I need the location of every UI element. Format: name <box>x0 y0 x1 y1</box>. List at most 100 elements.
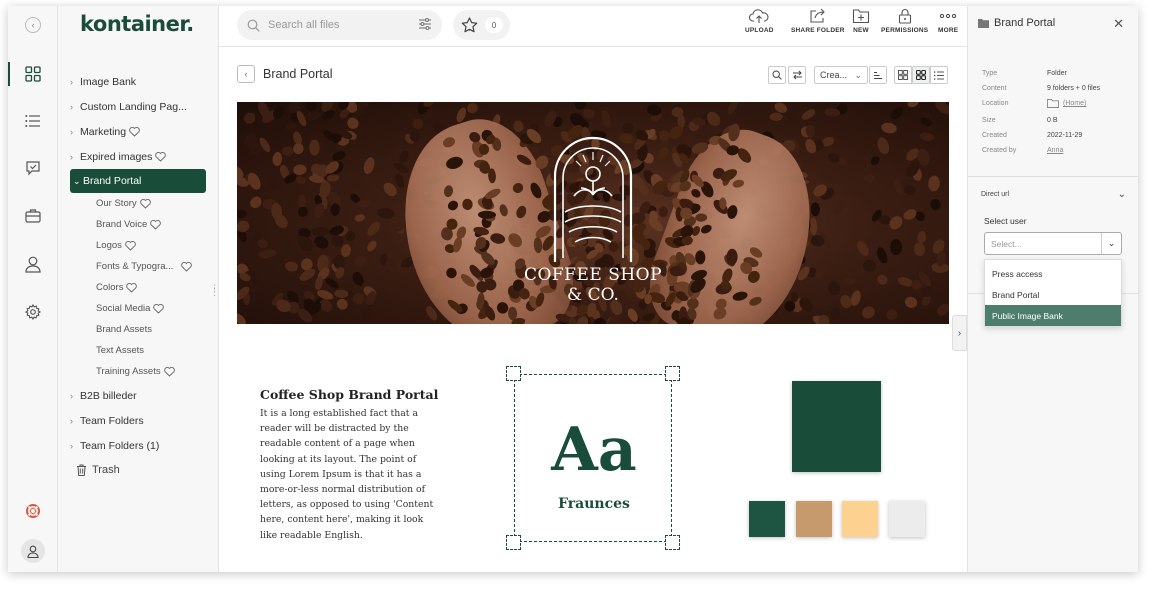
filter-sliders-icon[interactable] <box>418 17 432 31</box>
dashboard-nav-button[interactable] <box>18 59 48 89</box>
users-nav-button[interactable] <box>18 249 48 279</box>
heart-icon[interactable] <box>126 282 138 293</box>
sidebar-item[interactable]: › Team Folders (1) <box>70 440 159 452</box>
collapse-sidebar-button[interactable]: ‹ <box>18 10 48 40</box>
meta-label: Type <box>982 70 998 77</box>
subfolder-item[interactable]: Fonts & Typogra... <box>96 261 193 272</box>
chevron-right-icon[interactable]: › <box>70 77 80 87</box>
option-item[interactable]: Public Image Bank <box>985 305 1121 326</box>
heart-icon[interactable] <box>125 240 136 251</box>
chevron-right-icon[interactable]: › <box>70 391 80 401</box>
chevron-right-icon[interactable]: › <box>70 102 80 112</box>
approvals-nav-button[interactable] <box>18 153 48 183</box>
heart-icon[interactable] <box>150 219 161 230</box>
account-avatar[interactable] <box>18 536 48 566</box>
subfolder-item[interactable]: Logos <box>96 240 136 251</box>
sidebar-item-label: Team Folders (1) <box>80 440 160 452</box>
list-nav-button[interactable] <box>18 106 48 136</box>
subfolder-item[interactable]: Social Media <box>96 303 165 314</box>
chevron-left-icon: ‹ <box>244 69 248 79</box>
resize-handle[interactable]: ⋮ ⋮ <box>210 284 219 297</box>
sort-direction-button[interactable] <box>869 66 887 84</box>
top-bar: Search all files 0 UPLOAD SHARE FOLDER N… <box>219 6 967 47</box>
font-name: Fraunces <box>558 496 630 512</box>
subfolder-label: Fonts & Typogra... <box>96 261 174 272</box>
chevron-right-icon[interactable]: › <box>70 152 80 162</box>
favorites-button[interactable]: 0 <box>453 10 510 40</box>
select-user-dropdown[interactable]: Select... ⌄ <box>984 232 1122 255</box>
share-folder-button[interactable]: SHARE FOLDER <box>791 8 845 34</box>
folder-icon <box>978 18 989 28</box>
upload-button[interactable]: UPLOAD <box>745 8 774 34</box>
typography-sample: Aa Fraunces <box>506 366 680 550</box>
grid-icon <box>25 66 41 82</box>
meta-value: 0 B <box>1047 117 1058 124</box>
settings-nav-button[interactable] <box>18 297 48 327</box>
heart-icon[interactable] <box>153 303 165 314</box>
sort-dropdown[interactable]: Crea... ⌄ <box>814 66 868 84</box>
subfolder-item[interactable]: Colors <box>96 282 138 293</box>
heart-icon[interactable] <box>163 366 175 377</box>
sidebar-item[interactable]: › Expired images <box>70 151 167 163</box>
subfolder-item[interactable]: Our Story <box>96 198 151 209</box>
app-logo[interactable]: kontainer. <box>80 12 194 36</box>
subfolder-item[interactable]: Brand Assets <box>96 324 152 335</box>
new-folder-icon <box>852 9 870 24</box>
subfolder-label: Brand Voice <box>96 219 148 230</box>
new-button[interactable]: NEW <box>852 8 870 34</box>
chevron-right-icon[interactable]: › <box>70 441 80 451</box>
subfolder-label: Training Assets <box>96 366 161 377</box>
heart-icon[interactable] <box>181 261 193 272</box>
option-item[interactable]: Brand Portal <box>985 284 1121 305</box>
info-panel: Brand Portal ✕ Type Folder Content 9 fol… <box>967 6 1138 572</box>
option-item[interactable]: Press access <box>985 263 1121 284</box>
help-button[interactable] <box>18 496 48 526</box>
checkmark-chat-icon <box>26 161 40 176</box>
trash-link[interactable]: Trash <box>76 464 120 476</box>
sidebar-item[interactable]: › Image Bank <box>70 76 136 88</box>
chevron-down-icon[interactable]: ⌄ <box>1118 189 1126 200</box>
swap-order-button[interactable] <box>788 66 806 84</box>
star-icon <box>461 17 478 33</box>
permissions-button[interactable]: PERMISSIONS <box>881 8 928 34</box>
sidebar-item[interactable]: ⌄ Brand Portal <box>70 169 206 193</box>
chevron-right-icon[interactable]: › <box>70 416 80 426</box>
permissions-label: PERMISSIONS <box>881 27 929 34</box>
sidebar-item[interactable]: › B2B billeder <box>70 390 137 402</box>
type-sample-glyphs: Aa <box>551 415 637 485</box>
sidebar-item[interactable]: › Marketing <box>70 126 140 138</box>
sidebar-item[interactable]: › Team Folders <box>70 415 144 427</box>
chevron-down-icon: ⌄ <box>1101 233 1121 254</box>
search-folder-button[interactable] <box>768 66 786 84</box>
back-button[interactable]: ‹ <box>237 65 255 83</box>
briefcase-nav-button[interactable] <box>18 200 48 230</box>
sidebar-item[interactable]: › Custom Landing Pag... <box>70 101 187 113</box>
large-grid-view-button[interactable] <box>894 66 912 84</box>
more-button[interactable]: MORE <box>938 8 958 34</box>
subfolder-item[interactable]: Brand Voice <box>96 219 161 230</box>
close-icon[interactable]: ✕ <box>1113 16 1124 32</box>
sort-label: Crea... <box>820 70 848 80</box>
trash-icon <box>77 464 86 476</box>
chevron-left-icon: ‹ <box>25 17 41 33</box>
sidebar-item-label: B2B billeder <box>80 390 137 402</box>
select-user-options: Press access Brand Portal Public Image B… <box>984 259 1122 327</box>
user-icon <box>25 256 41 273</box>
direct-url-heading: Direct url <box>981 191 1010 198</box>
chevron-right-icon[interactable]: › <box>70 127 80 137</box>
list-view-button[interactable] <box>930 66 948 84</box>
list-icon <box>934 70 944 80</box>
primary-color-swatch <box>792 381 881 472</box>
subfolder-item[interactable]: Training Assets <box>96 366 175 377</box>
toggle-info-panel-button[interactable]: › <box>952 315 967 351</box>
location-link[interactable]: (Home) <box>1047 99 1086 108</box>
creator-link[interactable]: Anna <box>1047 147 1063 154</box>
heart-icon[interactable] <box>129 126 140 137</box>
heart-icon[interactable] <box>139 198 151 209</box>
heart-icon[interactable] <box>155 151 167 162</box>
small-grid-view-button[interactable] <box>912 66 930 84</box>
search-input[interactable]: Search all files <box>237 10 442 40</box>
color-swatch <box>749 501 785 537</box>
chevron-down-icon[interactable]: ⌄ <box>73 176 83 187</box>
subfolder-item[interactable]: Text Assets <box>96 345 144 356</box>
